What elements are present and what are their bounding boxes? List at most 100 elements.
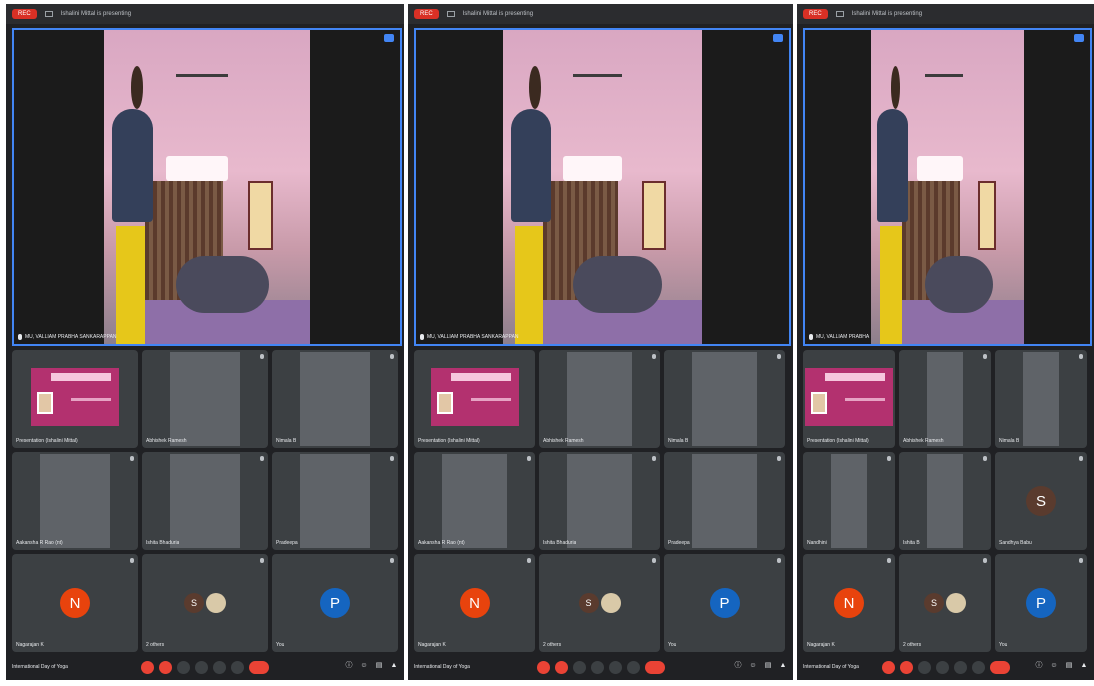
participant-tile[interactable]: N Nagarajan K xyxy=(414,554,535,652)
captions-button[interactable] xyxy=(177,661,190,674)
ceiling-light xyxy=(916,155,963,181)
camera-off-button[interactable] xyxy=(899,661,913,674)
mic-off-button[interactable] xyxy=(141,661,154,674)
people-icon[interactable]: ☺ xyxy=(1050,662,1058,670)
mic-off-icon xyxy=(652,354,656,359)
presenting-icon xyxy=(44,11,53,17)
participant-tile[interactable]: Ishita Bhaduria xyxy=(539,452,660,550)
activities-icon[interactable]: ▲ xyxy=(390,662,398,670)
participant-tile[interactable]: Nimala B xyxy=(995,350,1087,448)
end-call-button[interactable] xyxy=(249,661,269,674)
participant-tile[interactable]: S 2 others xyxy=(539,554,660,652)
mic-off-icon xyxy=(887,558,891,563)
participant-name: Abhishek Ramesh xyxy=(543,438,584,444)
participant-tile[interactable]: Abhishek Ramesh xyxy=(539,350,660,448)
present-button[interactable] xyxy=(608,661,622,674)
mic-off-icon xyxy=(777,354,781,359)
participant-tile[interactable]: N Nagarajan K xyxy=(803,554,895,652)
chat-icon[interactable]: ▤ xyxy=(764,662,772,670)
participant-tile[interactable]: S Sandhya Babu xyxy=(995,452,1087,550)
participant-tile[interactable]: Nandhini xyxy=(803,452,895,550)
mic-off-icon xyxy=(1079,354,1083,359)
more-options-button[interactable] xyxy=(971,661,985,674)
people-icon[interactable]: ☺ xyxy=(749,662,757,670)
participant-tile[interactable]: P You xyxy=(995,554,1087,652)
participant-tile[interactable]: Aakansha R Rao (nt) xyxy=(12,452,138,550)
kid xyxy=(572,256,663,313)
raise-hand-button[interactable] xyxy=(195,661,208,674)
participant-name: Nagarajan K xyxy=(418,642,446,648)
mic-icon xyxy=(420,334,424,340)
participant-tile[interactable]: S 2 others xyxy=(899,554,991,652)
chat-icon[interactable]: ▤ xyxy=(1065,662,1073,670)
activities-icon[interactable]: ▲ xyxy=(1080,662,1088,670)
info-icon[interactable]: ⓘ xyxy=(345,662,353,670)
slide-portrait xyxy=(37,392,53,414)
pin-icon[interactable] xyxy=(1074,34,1084,42)
more-options-button[interactable] xyxy=(231,661,244,674)
participant-video xyxy=(567,352,632,446)
participant-video xyxy=(692,352,757,446)
activities-icon[interactable]: ▲ xyxy=(779,662,787,670)
mic-off-icon xyxy=(652,558,656,563)
slide-portrait xyxy=(437,392,453,414)
participant-tile[interactable]: S 2 others xyxy=(142,554,268,652)
more-options-button[interactable] xyxy=(626,661,640,674)
captions-button[interactable] xyxy=(572,661,586,674)
participant-tile[interactable]: Aakansha R Rao (nt) xyxy=(414,452,535,550)
participant-tile[interactable]: P You xyxy=(272,554,398,652)
chat-icon[interactable]: ▤ xyxy=(375,662,383,670)
participant-tile[interactable]: N Nagarajan K xyxy=(12,554,138,652)
participant-tile[interactable]: Ishita B xyxy=(899,452,991,550)
mic-off-icon xyxy=(260,354,264,359)
participant-tile[interactable]: Nimala B xyxy=(272,350,398,448)
participant-video xyxy=(300,352,370,446)
captions-button[interactable] xyxy=(917,661,931,674)
presentation-tile[interactable]: Presentation (Ishalini Mittal) xyxy=(414,350,535,448)
participant-tile[interactable]: Pradeepa xyxy=(664,452,785,550)
mic-off-icon xyxy=(777,456,781,461)
mic-off-button[interactable] xyxy=(881,661,895,674)
letterbox-right xyxy=(1024,30,1090,344)
participant-tile[interactable]: Pradeepa xyxy=(272,452,398,550)
mic-off-icon xyxy=(260,456,264,461)
people-icon[interactable]: ☺ xyxy=(360,662,368,670)
participant-tile[interactable]: Abhishek Ramesh xyxy=(899,350,991,448)
participant-video xyxy=(567,454,632,548)
info-icon[interactable]: ⓘ xyxy=(734,662,742,670)
participant-tile[interactable]: P You xyxy=(664,554,785,652)
instructor-figure xyxy=(112,66,154,344)
pin-icon[interactable] xyxy=(384,34,394,42)
participant-name: Aakansha R Rao (nt) xyxy=(418,540,465,546)
main-speaker-video[interactable]: MU, VALLIAM PRABHA SANKARAPPAN xyxy=(12,28,402,346)
present-button[interactable] xyxy=(213,661,226,674)
participant-avatar: N xyxy=(834,588,864,618)
participant-name: Nandhini xyxy=(807,540,827,546)
presentation-tile[interactable]: Presentation (Ishalini Mittal) xyxy=(12,350,138,448)
participant-tile[interactable]: Abhishek Ramesh xyxy=(142,350,268,448)
end-call-button[interactable] xyxy=(989,661,1010,674)
end-call-button[interactable] xyxy=(644,661,665,674)
camera-off-button[interactable] xyxy=(554,661,568,674)
raise-hand-button[interactable] xyxy=(935,661,949,674)
participant-tile[interactable]: Nimala B xyxy=(664,350,785,448)
main-speaker-label: MU, VALLIAM PRABHA xyxy=(809,334,869,340)
main-speaker-label: MU, VALLIAM PRABHA SANKARAPPAN xyxy=(18,334,117,340)
main-speaker-video[interactable]: MU, VALLIAM PRABHA xyxy=(803,28,1092,346)
raise-hand-button[interactable] xyxy=(590,661,604,674)
participant-video xyxy=(170,454,240,548)
fan xyxy=(572,73,623,77)
camera-off-button[interactable] xyxy=(159,661,172,674)
participant-tile[interactable]: Ishita Bhaduria xyxy=(142,452,268,550)
participant-name: Nimala B xyxy=(668,438,689,444)
participant-name: You xyxy=(999,642,1008,648)
participant-video xyxy=(1023,352,1059,446)
presentation-tile[interactable]: Presentation (Ishalini Mittal) xyxy=(803,350,895,448)
participant-video xyxy=(170,352,240,446)
info-icon[interactable]: ⓘ xyxy=(1035,662,1043,670)
mic-off-button[interactable] xyxy=(536,661,550,674)
main-speaker-video[interactable]: MU, VALLIAM PRABHA SANKARAPPAN xyxy=(414,28,791,346)
present-button[interactable] xyxy=(953,661,967,674)
pin-icon[interactable] xyxy=(773,34,783,42)
participant-name: 2 others xyxy=(903,642,922,648)
